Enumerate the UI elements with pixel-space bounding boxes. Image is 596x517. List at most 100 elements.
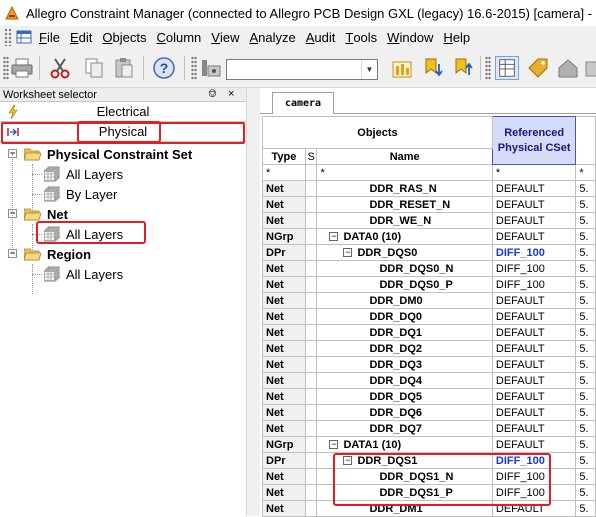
menu-item-window[interactable]: Window bbox=[382, 27, 438, 47]
next-column-cell[interactable]: 5. bbox=[575, 308, 596, 325]
analyze-icon[interactable] bbox=[390, 56, 414, 80]
toolbar-grip[interactable] bbox=[3, 56, 9, 80]
next-column-cell[interactable]: 5. bbox=[575, 404, 596, 421]
table-row[interactable]: Net DDR_DQ2 DEFAULT 5. bbox=[262, 340, 596, 357]
name-cell[interactable]: DDR_RESET_N bbox=[316, 196, 493, 213]
s-cell[interactable] bbox=[304, 340, 318, 357]
name-cell[interactable]: DDR_DQS0_N bbox=[316, 260, 493, 277]
next-column-cell[interactable]: 5. bbox=[575, 276, 596, 293]
extra-icon[interactable] bbox=[584, 56, 596, 80]
tree-item-all-layers[interactable]: All Layers bbox=[44, 164, 123, 184]
table-row[interactable]: Net DDR_RESET_N DEFAULT 5. bbox=[262, 196, 596, 213]
s-cell[interactable] bbox=[304, 436, 318, 453]
name-cell[interactable]: DDR_DQS0_P bbox=[316, 276, 493, 293]
table-row[interactable]: Net DDR_DM0 DEFAULT 5. bbox=[262, 292, 596, 309]
bookmark-up-icon[interactable] bbox=[450, 56, 474, 80]
physical-cset-cell[interactable]: DEFAULT bbox=[491, 324, 577, 341]
type-cell[interactable]: Net bbox=[262, 388, 306, 405]
sheet-menu-icon[interactable] bbox=[16, 29, 32, 45]
table-row[interactable]: NGrp − DATA0 (10) DEFAULT 5. bbox=[262, 228, 596, 245]
menu-item-edit[interactable]: Edit bbox=[65, 27, 97, 47]
menu-item-audit[interactable]: Audit bbox=[301, 27, 341, 47]
name-filter-cell[interactable]: * bbox=[316, 164, 493, 181]
type-cell[interactable]: Net bbox=[262, 340, 306, 357]
physical-cset-cell[interactable]: DEFAULT bbox=[491, 356, 577, 373]
menu-item-column[interactable]: Column bbox=[151, 27, 206, 47]
table-row[interactable]: Net DDR_WE_N DEFAULT 5. bbox=[262, 212, 596, 229]
table-row[interactable]: Net DDR_RAS_N DEFAULT 5. bbox=[262, 180, 596, 197]
next-column-cell[interactable]: 5. bbox=[575, 372, 596, 389]
menu-item-file[interactable]: File bbox=[34, 27, 65, 47]
tree-item-all-layers[interactable]: All Layers bbox=[44, 264, 123, 284]
next-column-cell[interactable]: 5. bbox=[575, 388, 596, 405]
name-cell[interactable]: DDR_DQ3 bbox=[316, 356, 493, 373]
collapse-icon[interactable]: − bbox=[343, 248, 353, 257]
s-cell[interactable] bbox=[304, 484, 318, 501]
table-row[interactable]: Net DDR_DQ0 DEFAULT 5. bbox=[262, 308, 596, 325]
name-cell[interactable]: − DATA1 (10) bbox=[316, 436, 493, 453]
physical-cset-cell[interactable]: DIFF_100 bbox=[491, 276, 577, 293]
physical-cset-cell[interactable]: DEFAULT bbox=[491, 308, 577, 325]
name-cell[interactable]: DDR_WE_N bbox=[316, 212, 493, 229]
type-cell[interactable]: NGrp bbox=[262, 228, 306, 245]
next-column-cell[interactable]: 5. bbox=[575, 420, 596, 437]
name-cell[interactable]: DDR_DQ4 bbox=[316, 372, 493, 389]
name-cell[interactable]: DDR_DQ7 bbox=[316, 420, 493, 437]
table-row[interactable]: Net DDR_DQS0_N DIFF_100 5. bbox=[262, 260, 596, 277]
s-cell[interactable] bbox=[304, 452, 318, 469]
filter-icon[interactable] bbox=[199, 56, 223, 80]
table-row[interactable]: Net DDR_DQS0_P DIFF_100 5. bbox=[262, 276, 596, 293]
print-icon[interactable] bbox=[10, 56, 34, 80]
menu-item-analyze[interactable]: Analyze bbox=[244, 27, 300, 47]
toolbar-grip[interactable] bbox=[485, 56, 491, 80]
next-filter-cell[interactable]: * bbox=[575, 164, 596, 181]
menu-item-objects[interactable]: Objects bbox=[97, 27, 151, 47]
name-cell[interactable]: DDR_DQ1 bbox=[316, 324, 493, 341]
tab-electrical[interactable]: Electrical bbox=[0, 102, 246, 122]
physical-cset-cell[interactable]: DEFAULT bbox=[491, 404, 577, 421]
s-cell[interactable] bbox=[304, 244, 318, 261]
s-cell[interactable] bbox=[304, 292, 318, 309]
tag-icon[interactable] bbox=[526, 56, 550, 80]
menubar-grip[interactable] bbox=[4, 28, 12, 46]
name-cell[interactable]: DDR_DQ2 bbox=[316, 340, 493, 357]
tree-node-physical-constraint-set[interactable]: − Physical Constraint Set bbox=[8, 144, 192, 164]
table-row[interactable]: DPr − DDR_DQS0 DIFF_100 5. bbox=[262, 244, 596, 261]
collapse-icon[interactable]: − bbox=[329, 440, 339, 449]
name-cell[interactable]: DDR_DQ0 bbox=[316, 308, 493, 325]
s-cell[interactable] bbox=[304, 180, 318, 197]
home-icon[interactable] bbox=[556, 56, 580, 80]
physical-cset-cell[interactable]: DEFAULT bbox=[491, 436, 577, 453]
physical-cset-cell[interactable]: DEFAULT bbox=[491, 212, 577, 229]
type-cell[interactable]: Net bbox=[262, 404, 306, 421]
s-cell[interactable] bbox=[304, 372, 318, 389]
menu-item-view[interactable]: View bbox=[206, 27, 244, 47]
table-row[interactable]: Net DDR_DQ1 DEFAULT 5. bbox=[262, 324, 596, 341]
physical-cset-cell[interactable]: DEFAULT bbox=[491, 372, 577, 389]
referenced-physical-cset-header[interactable]: Referenced Physical CSet bbox=[491, 116, 577, 165]
menu-item-help[interactable]: Help bbox=[438, 27, 475, 47]
tree-item-by-layer[interactable]: By Layer bbox=[44, 184, 117, 204]
physical-cset-cell[interactable]: DEFAULT bbox=[491, 340, 577, 357]
type-cell[interactable]: NGrp bbox=[262, 436, 306, 453]
physical-cset-cell[interactable]: DEFAULT bbox=[491, 180, 577, 197]
next-column-cell[interactable]: 5. bbox=[575, 244, 596, 261]
type-cell[interactable]: Net bbox=[262, 356, 306, 373]
s-cell[interactable] bbox=[304, 388, 318, 405]
physical-cset-cell[interactable]: DEFAULT bbox=[491, 420, 577, 437]
type-cell[interactable]: Net bbox=[262, 324, 306, 341]
s-cell[interactable] bbox=[304, 212, 318, 229]
physical-cset-cell[interactable]: DEFAULT bbox=[491, 196, 577, 213]
toolbar-combobox[interactable]: ▼ bbox=[226, 59, 378, 80]
type-cell[interactable]: Net bbox=[262, 468, 306, 485]
cut-icon[interactable] bbox=[48, 56, 72, 80]
cset-filter-cell[interactable]: * bbox=[491, 164, 577, 181]
table-row[interactable]: Net DDR_DQ4 DEFAULT 5. bbox=[262, 372, 596, 389]
physical-cset-cell[interactable]: DIFF_100 bbox=[491, 244, 577, 261]
copy-icon[interactable] bbox=[82, 56, 106, 80]
next-column-header[interactable] bbox=[575, 116, 596, 165]
next-column-cell[interactable]: 5. bbox=[575, 260, 596, 277]
next-column-cell[interactable]: 5. bbox=[575, 324, 596, 341]
physical-cset-cell[interactable]: DEFAULT bbox=[491, 292, 577, 309]
table-row[interactable]: Net DDR_DQ7 DEFAULT 5. bbox=[262, 420, 596, 437]
